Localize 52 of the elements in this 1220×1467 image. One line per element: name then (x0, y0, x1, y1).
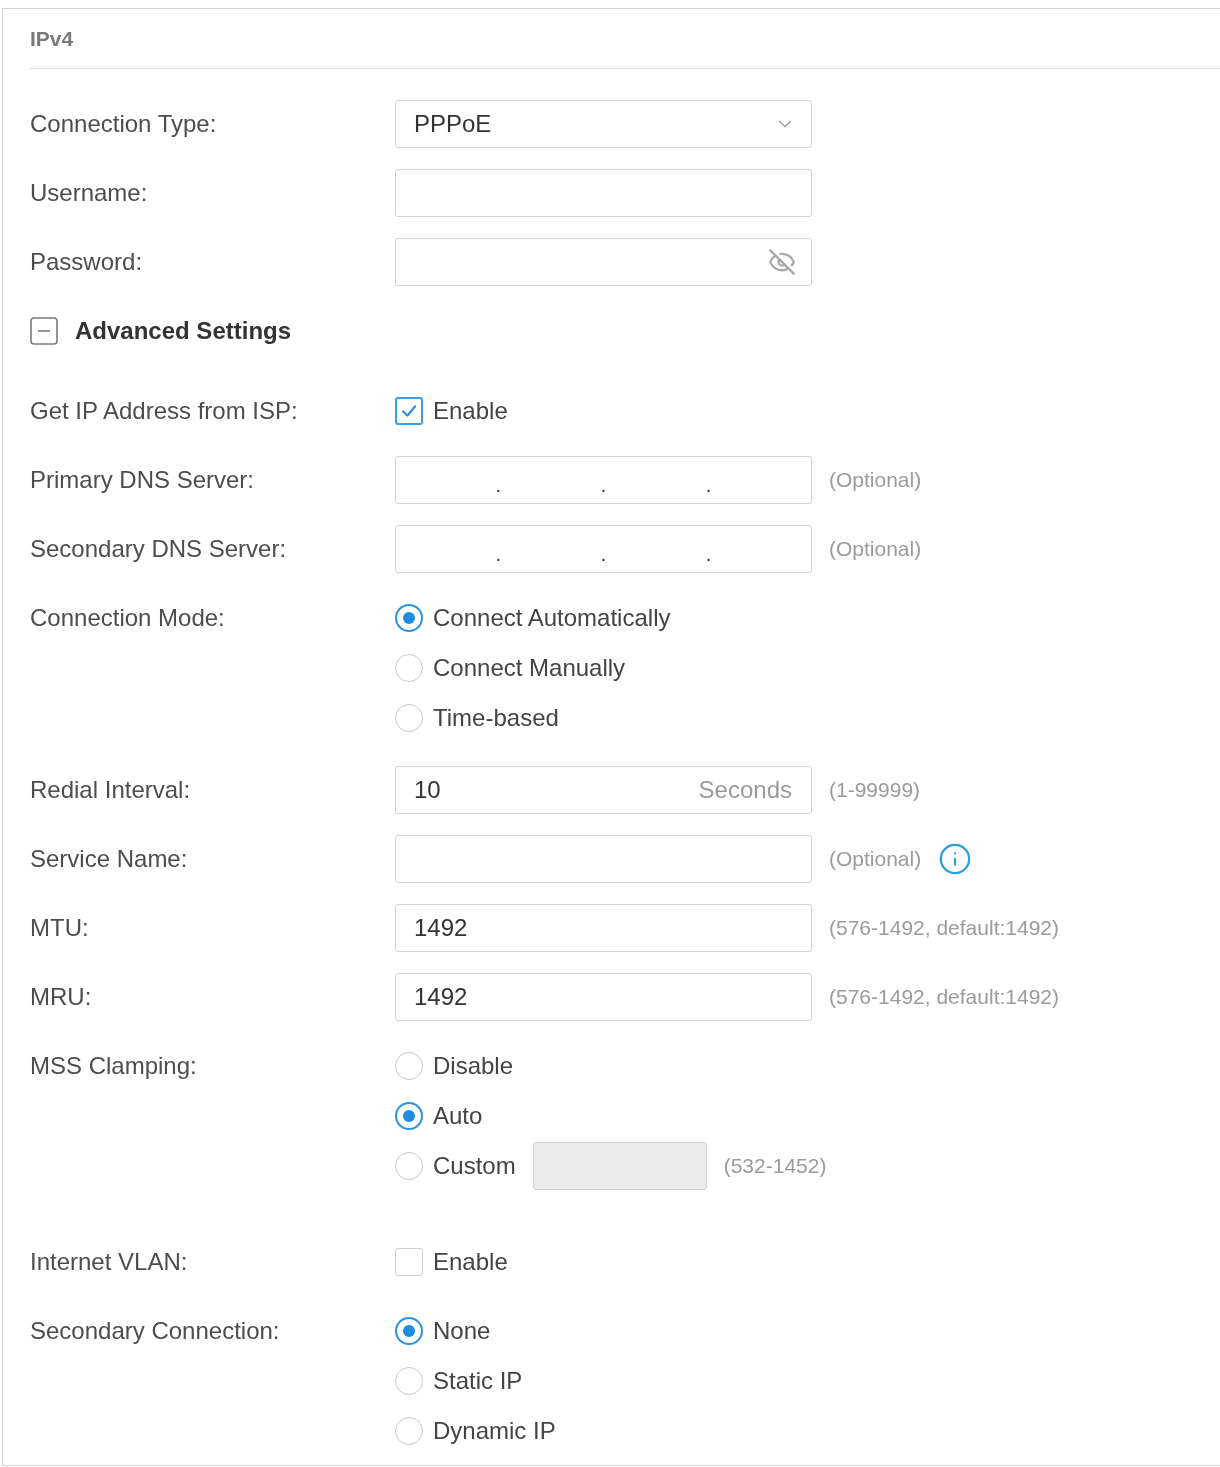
input-field[interactable] (395, 835, 812, 883)
password-field[interactable] (395, 238, 812, 286)
radio-option[interactable]: Static IP (395, 1357, 556, 1405)
eye-slash-icon[interactable] (768, 248, 796, 276)
ip-address-field[interactable]: . . . (395, 525, 812, 573)
hint-text: (Optional) (829, 847, 922, 871)
field-label: Secondary Connection: (30, 1316, 281, 1346)
unit-label: Seconds (698, 776, 792, 804)
checkbox-option[interactable]: Enable (395, 387, 508, 435)
section-title: IPv4 (30, 26, 74, 51)
octet-separator: . (600, 542, 607, 564)
hint-text: (Optional) (829, 468, 922, 492)
field-label: Secondary DNS Server: (30, 534, 288, 564)
radio-option[interactable]: None (395, 1307, 556, 1355)
radio-option[interactable]: Dynamic IP (395, 1407, 556, 1455)
field-label: Connection Type: (30, 109, 218, 139)
octet-separator: . (705, 473, 712, 495)
checkbox-option[interactable]: Enable (395, 1238, 508, 1286)
radio-option[interactable]: Time-based (395, 694, 671, 742)
field-label: MSS Clamping: (30, 1051, 198, 1081)
radio-option[interactable]: Custom (395, 1142, 516, 1190)
advanced-settings-toggle[interactable]: Advanced Settings (30, 307, 292, 355)
field-label: Connection Mode: (30, 603, 226, 633)
hint-text: (532-1452) (723, 1154, 827, 1178)
hint-text: (Optional) (829, 537, 922, 561)
dropdown-field[interactable]: PPPoE (395, 100, 812, 148)
octet-separator: . (705, 542, 712, 564)
field-label: MRU: (30, 982, 93, 1012)
field-label: Get IP Address from ISP: (30, 396, 299, 426)
field-label: Internet VLAN: (30, 1247, 189, 1277)
info-icon[interactable] (938, 842, 973, 876)
field-label: Username: (30, 178, 149, 208)
input-field[interactable] (395, 169, 812, 217)
radio-option[interactable]: Auto (395, 1092, 827, 1140)
radio-option[interactable]: Connect Manually (395, 644, 671, 692)
octet-separator: . (600, 473, 607, 495)
field-label: Primary DNS Server: (30, 465, 256, 495)
octet-separator: . (495, 473, 502, 495)
input-field[interactable]: 1492 (395, 973, 812, 1021)
input-field[interactable]: 1492 (395, 904, 812, 952)
radio-option[interactable]: Connect Automatically (395, 594, 671, 642)
radio-option[interactable]: Disable (395, 1042, 827, 1090)
hint-text: (1-99999) (829, 778, 921, 802)
field-label: Service Name: (30, 844, 189, 874)
octet-separator: . (495, 542, 502, 564)
ip-address-field[interactable]: . . . (395, 456, 812, 504)
field-label: Password: (30, 247, 144, 277)
field-label: Redial Interval: (30, 775, 192, 805)
hint-text: (576-1492, default:1492) (829, 916, 1059, 940)
field-label: MTU: (30, 913, 90, 943)
hint-text: (576-1492, default:1492) (829, 985, 1059, 1009)
input-field[interactable]: 10 Seconds (395, 766, 812, 814)
